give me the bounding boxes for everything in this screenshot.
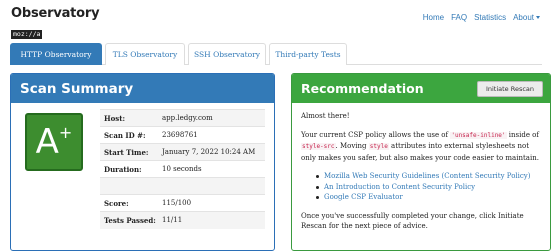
style-code: style — [368, 143, 389, 150]
table-row: Tests Passed: 11/11 — [100, 211, 265, 229]
style-src-code: style-src — [301, 143, 336, 150]
brand-logo[interactable]: Observatory moz://a — [11, 6, 100, 40]
csp-text-2: inside of — [506, 130, 539, 139]
unsafe-inline-code: 'unsafe-inline' — [450, 131, 507, 139]
csp-text-3: . Moving — [335, 142, 369, 150]
table-row: Duration: 10 seconds — [100, 160, 265, 178]
observatory-tabs: HTTP Observatory TLS Observatory SSH Obs… — [10, 43, 542, 65]
tab-ssh-observatory[interactable]: SSH Observatory — [188, 43, 266, 65]
nav-about-label: About — [513, 13, 534, 22]
start-time-value: January 7, 2022 10:24 AM — [158, 143, 265, 161]
table-row — [100, 177, 265, 195]
table-row: Score: 115/100 — [100, 194, 265, 212]
brand-title: Observatory — [11, 6, 100, 21]
recommendation-body: Almost there! Your current CSP policy al… — [292, 103, 550, 248]
top-nav: Home FAQ Statistics About — [423, 13, 540, 22]
link-google-csp-evaluator[interactable]: Google CSP Evaluator — [316, 192, 541, 203]
tab-tls-observatory[interactable]: TLS Observatory — [105, 43, 185, 65]
grade-badge: A + — [25, 113, 83, 171]
recommendation-paragraph: Your current CSP policy allows the use o… — [301, 130, 541, 164]
csp-text-1: Your current CSP policy allows the use o… — [301, 130, 451, 139]
blank-value — [158, 177, 265, 195]
nav-statistics-link[interactable]: Statistics — [474, 13, 506, 22]
link-mozilla-web-security-guidelines[interactable]: Mozilla Web Security Guidelines (Content… — [316, 171, 541, 182]
tab-http-observatory[interactable]: HTTP Observatory — [10, 43, 102, 65]
nav-faq-link[interactable]: FAQ — [451, 13, 467, 22]
scan-summary-panel: Scan Summary A + Host: app.ledgy.com Scan … — [10, 73, 275, 251]
scan-summary-heading: Scan Summary — [11, 74, 274, 103]
score-label: Score: — [100, 194, 158, 212]
table-row: Start Time: January 7, 2022 10:24 AM — [100, 143, 265, 161]
grade-letter: A — [35, 122, 59, 162]
nav-about-dropdown[interactable]: About — [513, 13, 540, 22]
initiate-rescan-button[interactable]: Initiate Rescan — [477, 81, 543, 97]
mozilla-logo: moz://a — [11, 30, 43, 39]
chevron-down-icon — [536, 16, 540, 20]
scan-id-label: Scan ID #: — [100, 126, 158, 144]
tests-passed-label: Tests Passed: — [100, 211, 158, 229]
link-intro-to-csp[interactable]: An Introduction to Content Security Poli… — [316, 182, 541, 193]
score-value: 115/100 — [158, 194, 265, 212]
start-time-label: Start Time: — [100, 143, 158, 161]
scan-info-table: Host: app.ledgy.com Scan ID #: 23698761 St… — [100, 109, 265, 229]
table-row: Scan ID #: 23698761 — [100, 126, 265, 144]
tests-passed-value: 11/11 — [158, 211, 265, 229]
host-value: app.ledgy.com — [158, 109, 265, 127]
tab-third-party-tests[interactable]: Third-party Tests — [269, 43, 347, 65]
scan-id-value: 23698761 — [158, 126, 265, 144]
table-row: Host: app.ledgy.com — [100, 109, 265, 127]
host-label: Host: — [100, 109, 158, 127]
blank-label — [100, 177, 158, 195]
duration-label: Duration: — [100, 160, 158, 178]
recommendation-panel: Recommendation Initiate Rescan Almost th… — [291, 73, 551, 251]
rescan-instruction: Once you've successfully completed your … — [301, 211, 524, 231]
nav-home-link[interactable]: Home — [423, 13, 444, 22]
duration-value: 10 seconds — [158, 160, 265, 178]
grade-modifier: + — [58, 122, 73, 142]
resource-links: Mozilla Web Security Guidelines (Content… — [316, 171, 541, 203]
recommendation-intro: Almost there! — [301, 112, 350, 120]
